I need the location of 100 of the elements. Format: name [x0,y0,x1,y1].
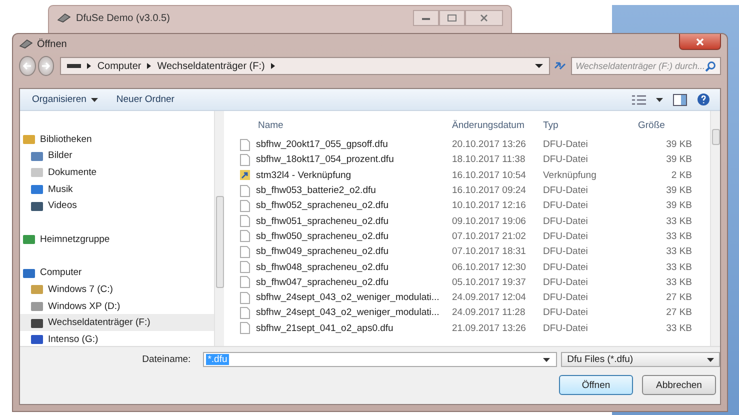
shortcut-icon [240,169,250,182]
sidebar-item[interactable]: Wechseldatenträger (F:) [20,314,214,331]
file-row[interactable]: sb_fhw047_spracheneu_o2.dfu 05.10.2017 19:37 DFU-Datei 33 KB [240,274,710,290]
file-size: 2 KB [670,170,692,181]
toolbar-button[interactable]: Organisieren [28,94,102,105]
file-icon [240,138,250,151]
sidebar-item[interactable]: Windows 7 (C:) [20,281,214,298]
file-date: 07.10.2017 21:02 [452,230,527,242]
file-name: sbfhw_18okt17_054_prozent.dfu [256,154,394,166]
file-size: 39 KB [665,154,692,166]
file-size: 33 KB [665,262,692,273]
file-date: 21.09.2017 13:26 [452,322,527,334]
back-button[interactable] [19,56,36,76]
dropdown-icon[interactable] [535,64,544,68]
file-row[interactable]: sbfhw_24sept_043_o2_weniger_modulati... 24.09.2017 12:04 DFU-Datei 27 KB [240,290,710,306]
sidebar-item[interactable]: Musik [20,180,214,198]
filename-label: Dateiname: [141,354,191,365]
file-row[interactable]: sb_fhw050_spracheneu_o2.dfu 07.10.2017 21:02 DFU-Datei 33 KB [240,228,710,244]
breadcrumb-item[interactable]: Computer [97,60,142,72]
column-header[interactable]: Typ [543,120,638,130]
maximize-icon [447,14,457,22]
file-icon [240,230,250,242]
file-date: 05.10.2017 19:37 [452,276,527,288]
file-icon [240,246,250,258]
sidebar-item[interactable]: Videos [20,197,214,214]
file-type: DFU-Datei [543,230,589,242]
window-title: DfuSe Demo (v3.0.5) [76,12,170,24]
caret-icon[interactable] [656,98,663,102]
file-name: sb_fhw047_spracheneu_o2.dfu [256,276,389,288]
minimize-button[interactable] [413,10,439,26]
file-row[interactable]: sbfhw_24sept_043_o2_weniger_modulati... 24.09.2017 11:28 DFU-Datei 27 KB [240,305,710,321]
file-date: 10.10.2017 12:16 [452,200,527,212]
file-row[interactable]: sb_fhw048_spracheneu_o2.dfu 06.10.2017 12:30 DFU-Datei 33 KB [240,259,710,275]
breadcrumb-item[interactable]: Wechseldatenträger (F:) [157,60,265,72]
file-size: 39 KB [665,200,692,212]
file-name: sbfhw_24sept_043_o2_weniger_modulati... [256,292,440,304]
file-icon [240,306,250,319]
chevron-icon [146,62,152,70]
close-button[interactable] [679,34,721,50]
chevron-icon [270,62,276,70]
file-type-dropdown[interactable]: Dfu Files (*.dfu) [561,352,720,367]
view-options-icon[interactable] [632,94,646,104]
file-size: 39 KB [665,139,692,150]
file-type: DFU-Datei [543,307,589,318]
sidebar-item[interactable]: Windows XP (D:) [20,298,214,314]
dialog-button[interactable]: Öffnen [559,375,633,395]
file-type: DFU-Datei [543,322,589,334]
sidebar-item[interactable]: Heimnetzgruppe [20,230,214,248]
file-icon [240,292,250,304]
file-row[interactable]: sbfhw_20okt17_055_gpsoff.dfu 20.10.2017 13:26 DFU-Datei 39 KB [240,137,710,152]
help-icon[interactable] [697,93,710,106]
file-name: sb_fhw049_spracheneu_o2.dfu [256,246,389,258]
forward-button[interactable] [38,56,54,76]
file-date: 20.10.2017 13:26 [452,139,527,150]
column-header[interactable]: Größe [638,120,692,130]
file-size: 39 KB [665,185,692,196]
sidebar-item[interactable]: Computer [20,264,214,282]
file-type: DFU-Datei [543,154,589,166]
file-type: DFU-Datei [543,200,589,212]
chevron-icon [86,62,92,70]
file-row[interactable]: sbfhw_18okt17_054_prozent.dfu 18.10.2017 11:38 DFU-Datei 39 KB [240,152,710,168]
file-date: 06.10.2017 12:30 [452,262,527,273]
file-row[interactable]: sb_fhw049_spracheneu_o2.dfu 07.10.2017 18:31 DFU-Datei 33 KB [240,244,710,260]
file-size: 33 KB [665,322,692,334]
refresh-icon [553,60,568,72]
file-name: sb_fhw051_spracheneu_o2.dfu [256,216,389,227]
dialog-button[interactable]: Abbrechen [642,375,716,395]
file-type: DFU-Datei [543,139,589,150]
file-name: stm32l4 - Verknüpfung [256,170,352,181]
file-row[interactable]: sb_fhw051_spracheneu_o2.dfu 09.10.2017 19:06 DFU-Datei 33 KB [240,213,710,229]
column-header[interactable]: Änderungsdatum [452,120,543,130]
sidebar-item[interactable]: Dokumente [20,164,214,181]
column-header[interactable]: Name [240,120,452,130]
file-size: 27 KB [665,292,692,304]
file-row[interactable]: sb_fhw052_spracheneu_o2.dfu 10.10.2017 12:16 DFU-Datei 39 KB [240,198,710,214]
dropdown-icon [707,358,714,362]
scrollbar[interactable] [214,111,224,346]
preview-pane-icon[interactable] [673,94,687,106]
file-date: 18.10.2017 11:38 [452,154,526,166]
file-row[interactable]: stm32l4 - Verknüpfung 16.10.2017 10:54 Verknüpfung 2 KB [240,168,710,183]
scrollbar[interactable] [710,111,720,346]
file-row[interactable]: sbfhw_21sept_041_o2_aps0.dfu 21.09.2017 13:26 DFU-Datei 33 KB [240,320,710,336]
file-name: sb_fhw053_batterie2_o2.dfu [256,185,376,196]
file-name: sb_fhw050_spracheneu_o2.dfu [256,230,389,242]
file-size: 33 KB [665,276,692,288]
file-date: 07.10.2017 18:31 [452,246,527,258]
address-bar[interactable]: Computer Wechseldatenträger (F:) [60,57,550,75]
app-icon [57,13,71,23]
close-button[interactable] [465,10,503,26]
file-type: DFU-Datei [543,262,589,273]
file-date: 16.10.2017 09:24 [452,185,527,196]
sidebar-item[interactable]: Intenso (G:) [20,330,214,348]
file-row[interactable]: sb_fhw053_batterie2_o2.dfu 16.10.2017 09:24 DFU-Datei 39 KB [240,182,710,198]
sidebar-item[interactable]: Bibliotheken [20,131,214,148]
toolbar-button[interactable]: Neuer Ordner [112,94,178,105]
sidebar-item[interactable]: Bilder [20,148,214,164]
maximize-button[interactable] [439,10,465,26]
file-name: sbfhw_20okt17_055_gpsoff.dfu [256,139,388,150]
file-type: Verknüpfung [543,170,598,181]
file-name: sb_fhw048_spracheneu_o2.dfu [256,262,389,273]
